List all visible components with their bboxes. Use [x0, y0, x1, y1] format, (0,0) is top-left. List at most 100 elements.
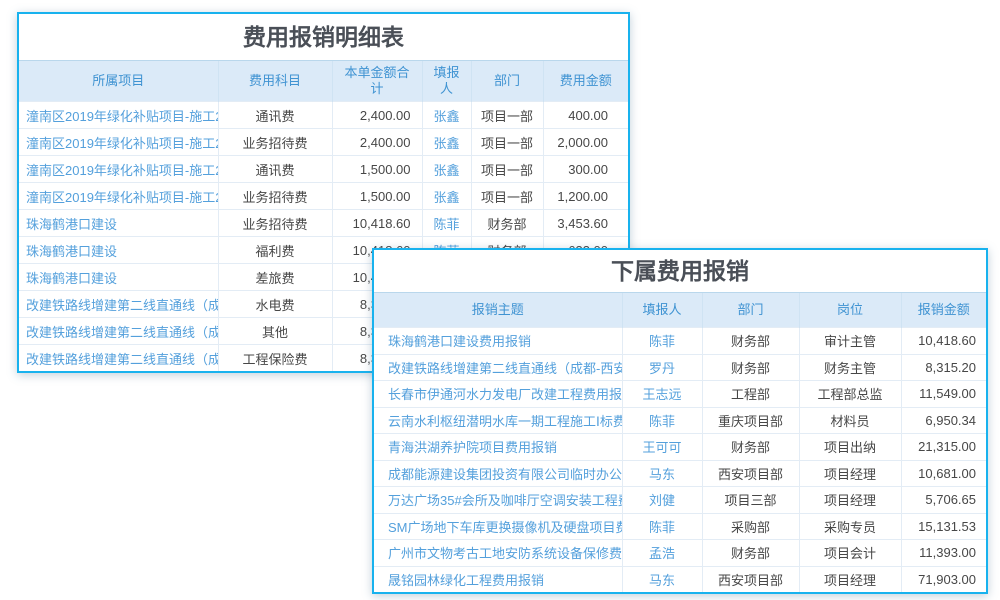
filler-link[interactable]: 马东	[622, 460, 702, 487]
table-cell: 重庆项目部	[702, 407, 799, 434]
project-link[interactable]: 改建铁路线增建第二线直通线（成都-西安）	[19, 318, 218, 345]
table-cell: 400.00	[543, 102, 628, 129]
table-cell: 10,681.00	[901, 460, 986, 487]
filler-link[interactable]: 张鑫	[422, 156, 471, 183]
project-link[interactable]: 珠海鹤港口建设	[19, 264, 218, 291]
column-header-expense-amount: 费用金额	[543, 61, 628, 102]
project-link[interactable]: 潼南区2019年绿化补贴项目-施工2标段	[19, 156, 218, 183]
table-cell: 通讯费	[218, 156, 332, 183]
table-cell: 业务招待费	[218, 210, 332, 237]
report-canvas: 费用报销明细表 所属项目 费用科目 本单金额合计 填报人 部门 费用金额 潼南区…	[0, 0, 1000, 600]
column-header-department: 部门	[702, 293, 799, 328]
subject-link[interactable]: 珠海鹤港口建设费用报销	[374, 328, 622, 355]
subordinate-expense-title: 下属费用报销	[374, 250, 986, 292]
subject-link[interactable]: 万达广场35#会所及咖啡厅空调安装工程费用报销	[374, 487, 622, 514]
table-cell: 1,200.00	[543, 183, 628, 210]
table-cell: 项目三部	[702, 487, 799, 514]
filler-link[interactable]: 王志远	[622, 381, 702, 408]
table-cell: 业务招待费	[218, 183, 332, 210]
table-cell: 10,418.60	[332, 210, 422, 237]
filler-link[interactable]: 罗丹	[622, 354, 702, 381]
subordinate-expense-panel: 下属费用报销 报销主题 填报人 部门 岗位 报销金额 珠海鹤港口建设费用报销陈菲…	[372, 248, 988, 594]
table-cell: 11,393.00	[901, 540, 986, 567]
filler-link[interactable]: 陈菲	[422, 210, 471, 237]
table-row: 云南水利枢纽潜明水库一期工程施工Ⅰ标费用报销陈菲重庆项目部材料员6,950.34	[374, 407, 986, 434]
filler-link[interactable]: 陈菲	[622, 407, 702, 434]
table-cell: 8,315.20	[901, 354, 986, 381]
table-row: 潼南区2019年绿化补贴项目-施工2标段通讯费2,400.00张鑫项目一部400…	[19, 102, 628, 129]
table-row: 广州市文物考古工地安防系统设备保修费用报销孟浩财务部项目会计11,393.00	[374, 540, 986, 567]
table-cell: 工程部	[702, 381, 799, 408]
table-cell: 2,400.00	[332, 102, 422, 129]
table-row: 潼南区2019年绿化补贴项目-施工2标段业务招待费2,400.00张鑫项目一部2…	[19, 129, 628, 156]
table-row: 潼南区2019年绿化补贴项目-施工2标段通讯费1,500.00张鑫项目一部300…	[19, 156, 628, 183]
expense-detail-header-row: 所属项目 费用科目 本单金额合计 填报人 部门 费用金额	[19, 61, 628, 102]
table-row: 万达广场35#会所及咖啡厅空调安装工程费用报销刘健项目三部项目经理5,706.6…	[374, 487, 986, 514]
subject-link[interactable]: 广州市文物考古工地安防系统设备保修费用报销	[374, 540, 622, 567]
subordinate-expense-header-row: 报销主题 填报人 部门 岗位 报销金额	[374, 293, 986, 328]
table-cell: 项目一部	[471, 183, 543, 210]
table-cell: 工程部总监	[799, 381, 901, 408]
table-cell: 差旅费	[218, 264, 332, 291]
table-cell: 11,549.00	[901, 381, 986, 408]
table-cell: 水电费	[218, 291, 332, 318]
table-row: 成都能源建设集团投资有限公司临时办公场地马东西安项目部项目经理10,681.00	[374, 460, 986, 487]
expense-detail-title: 费用报销明细表	[19, 14, 628, 60]
table-cell: 财务部	[471, 210, 543, 237]
project-link[interactable]: 改建铁路线增建第二线直通线（成都-西安）	[19, 291, 218, 318]
filler-link[interactable]: 马东	[622, 566, 702, 592]
table-cell: 项目会计	[799, 540, 901, 567]
table-cell: 财务部	[702, 328, 799, 355]
table-cell: 项目出纳	[799, 434, 901, 461]
column-header-department: 部门	[471, 61, 543, 102]
table-cell: 财务部	[702, 434, 799, 461]
project-link[interactable]: 珠海鹤港口建设	[19, 237, 218, 264]
table-cell: 项目经理	[799, 460, 901, 487]
table-row: 长春市伊通河水力发电厂改建工程费用报销王志远工程部工程部总监11,549.00	[374, 381, 986, 408]
table-cell: 1,500.00	[332, 156, 422, 183]
project-link[interactable]: 潼南区2019年绿化补贴项目-施工2标段	[19, 129, 218, 156]
table-cell: 71,903.00	[901, 566, 986, 592]
table-cell: 采购部	[702, 513, 799, 540]
subject-link[interactable]: 改建铁路线增建第二线直通线（成都-西安）	[374, 354, 622, 381]
table-cell: 工程保险费	[218, 345, 332, 372]
filler-link[interactable]: 张鑫	[422, 129, 471, 156]
filler-link[interactable]: 刘健	[622, 487, 702, 514]
table-cell: 项目经理	[799, 487, 901, 514]
filler-link[interactable]: 孟浩	[622, 540, 702, 567]
table-row: 珠海鹤港口建设业务招待费10,418.60陈菲财务部3,453.60	[19, 210, 628, 237]
project-link[interactable]: 珠海鹤港口建设	[19, 210, 218, 237]
project-link[interactable]: 改建铁路线增建第二线直通线（成都-西安）	[19, 345, 218, 372]
project-link[interactable]: 潼南区2019年绿化补贴项目-施工2标段	[19, 102, 218, 129]
table-cell: 采购专员	[799, 513, 901, 540]
table-cell: 财务部	[702, 540, 799, 567]
table-row: 晟铭园林绿化工程费用报销马东西安项目部项目经理71,903.00	[374, 566, 986, 592]
project-link[interactable]: 潼南区2019年绿化补贴项目-施工2标段	[19, 183, 218, 210]
filler-link[interactable]: 张鑫	[422, 102, 471, 129]
column-header-filler: 填报人	[622, 293, 702, 328]
table-cell: 21,315.00	[901, 434, 986, 461]
subject-link[interactable]: 长春市伊通河水力发电厂改建工程费用报销	[374, 381, 622, 408]
subject-link[interactable]: 云南水利枢纽潜明水库一期工程施工Ⅰ标费用报销	[374, 407, 622, 434]
table-cell: 1,500.00	[332, 183, 422, 210]
table-cell: 其他	[218, 318, 332, 345]
filler-link[interactable]: 王可可	[622, 434, 702, 461]
subject-link[interactable]: 成都能源建设集团投资有限公司临时办公场地	[374, 460, 622, 487]
column-header-total-amount: 本单金额合计	[332, 61, 422, 102]
table-cell: 3,453.60	[543, 210, 628, 237]
table-cell: 财务主管	[799, 354, 901, 381]
filler-link[interactable]: 陈菲	[622, 328, 702, 355]
subject-link[interactable]: 晟铭园林绿化工程费用报销	[374, 566, 622, 592]
table-cell: 通讯费	[218, 102, 332, 129]
subject-link[interactable]: 青海洪湖养护院项目费用报销	[374, 434, 622, 461]
table-cell: 10,418.60	[901, 328, 986, 355]
table-cell: 福利费	[218, 237, 332, 264]
filler-link[interactable]: 张鑫	[422, 183, 471, 210]
subject-link[interactable]: SM广场地下车库更换摄像机及硬盘项目费用报销	[374, 513, 622, 540]
table-row: 潼南区2019年绿化补贴项目-施工2标段业务招待费1,500.00张鑫项目一部1…	[19, 183, 628, 210]
filler-link[interactable]: 陈菲	[622, 513, 702, 540]
table-cell: 审计主管	[799, 328, 901, 355]
table-cell: 15,131.53	[901, 513, 986, 540]
subordinate-expense-table: 报销主题 填报人 部门 岗位 报销金额 珠海鹤港口建设费用报销陈菲财务部审计主管…	[374, 292, 986, 592]
table-cell: 项目一部	[471, 102, 543, 129]
